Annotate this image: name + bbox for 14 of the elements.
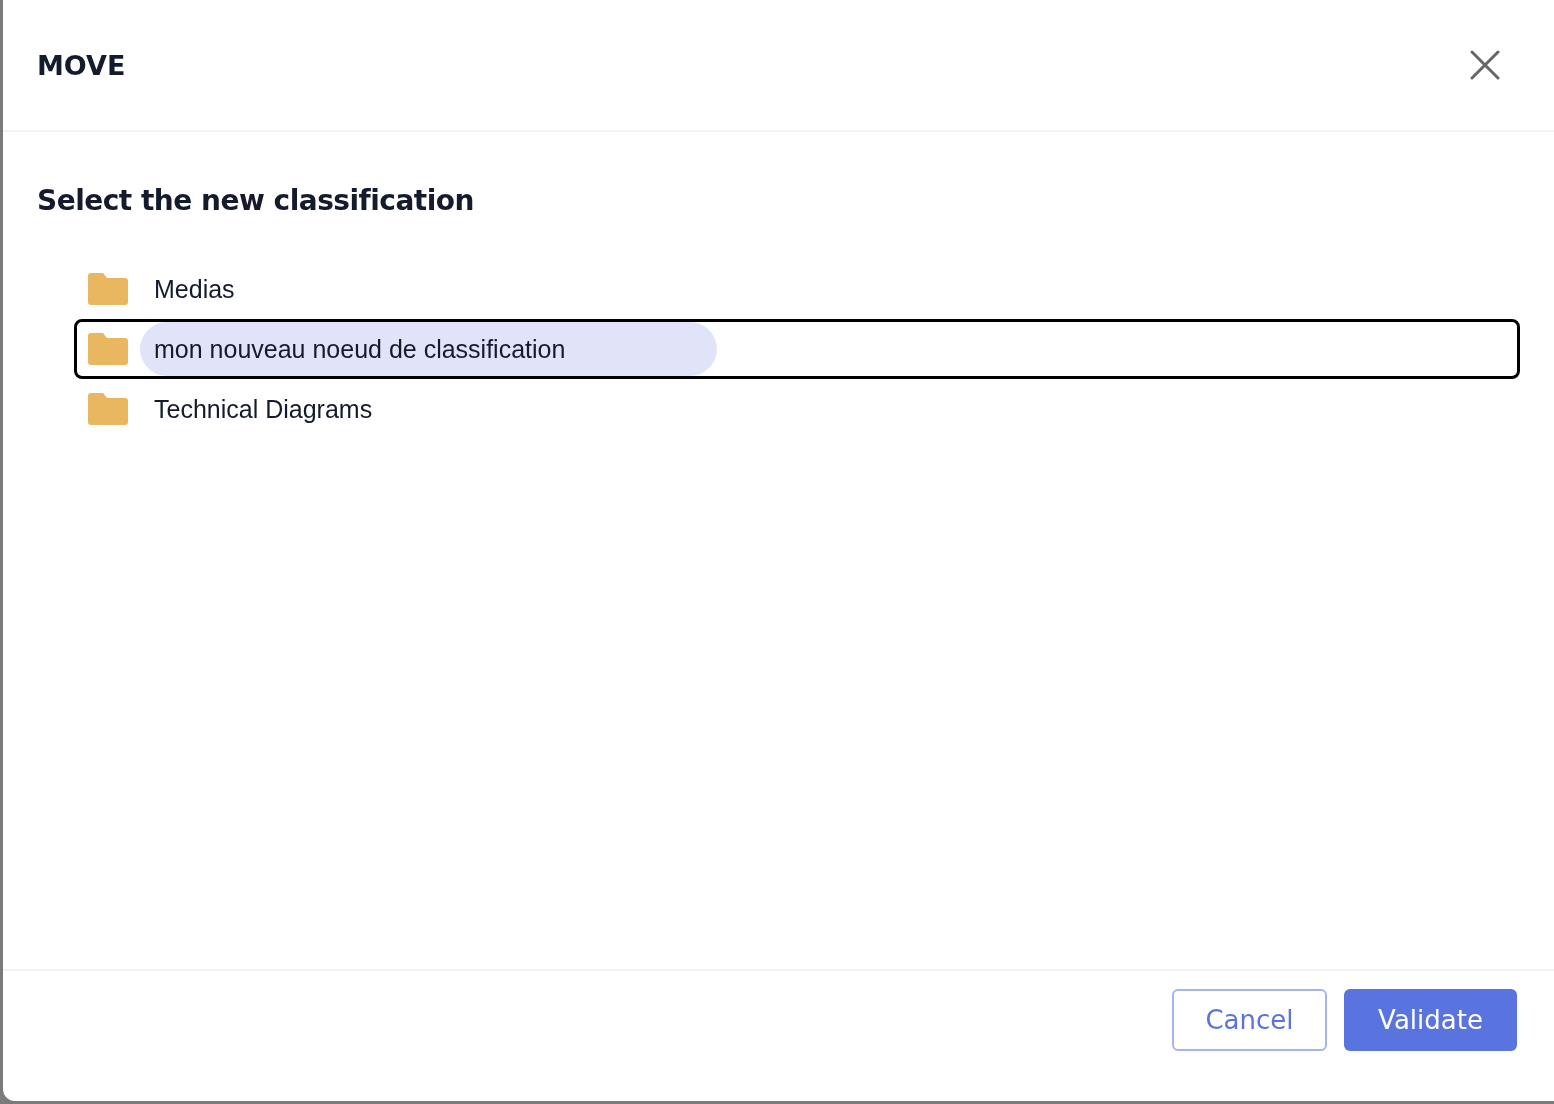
- folder-label: Technical Diagrams: [153, 394, 374, 425]
- tree-item[interactable]: Technical Diagrams: [74, 379, 1520, 439]
- folder-label: mon nouveau noeud de classification: [140, 322, 718, 376]
- folder-label: Medias: [153, 274, 236, 305]
- validate-button[interactable]: Validate: [1344, 989, 1517, 1051]
- close-icon[interactable]: [1470, 50, 1500, 80]
- dialog-subtitle: Select the new classification: [37, 184, 475, 217]
- folder-icon: [88, 273, 128, 305]
- dialog-title: MOVE: [37, 49, 126, 81]
- tree-item[interactable]: mon nouveau noeud de classification: [74, 319, 1520, 379]
- folder-icon: [88, 393, 128, 425]
- folder-icon: [88, 333, 128, 365]
- tree-item[interactable]: Medias: [74, 259, 1520, 319]
- cancel-button[interactable]: Cancel: [1172, 989, 1327, 1051]
